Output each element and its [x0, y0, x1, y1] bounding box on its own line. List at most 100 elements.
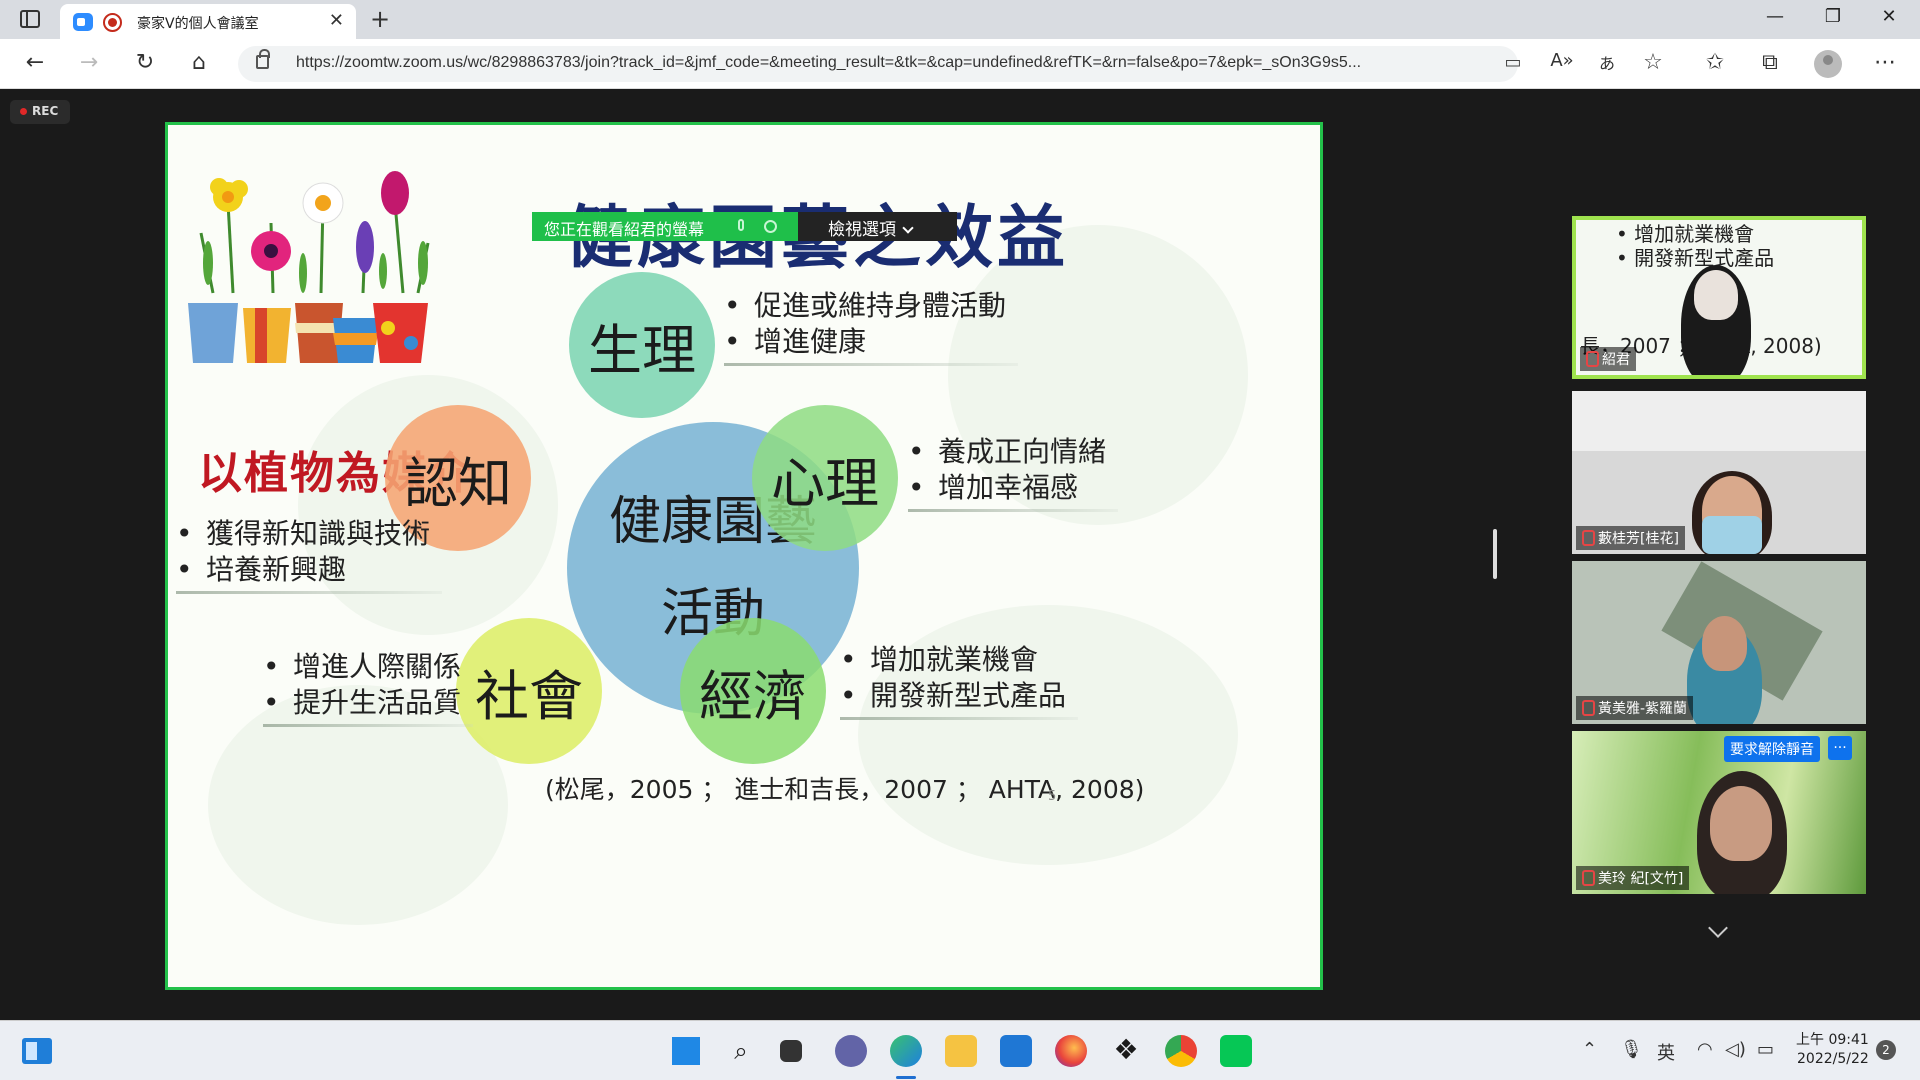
input-language[interactable]: 英: [1657, 1039, 1675, 1065]
mail-icon[interactable]: [1000, 1035, 1032, 1067]
meeting-view: REC 您正在觀看紹君的螢幕 檢視選項 以植物為媒介 健康園藝 活動 生理 心理…: [0, 89, 1920, 1020]
wifi-icon[interactable]: ◠: [1697, 1039, 1713, 1060]
participant-face: [1710, 786, 1772, 861]
list-item: 促進或維持身體活動: [724, 288, 1006, 324]
participant-name: 黃美雅-紫羅蘭: [1576, 696, 1694, 720]
translate-icon[interactable]: あ: [1592, 50, 1622, 74]
split-view-handle[interactable]: [1493, 529, 1497, 579]
social-circle: 社會: [456, 618, 602, 764]
chevron-up-icon[interactable]: ⌃: [1582, 1039, 1597, 1060]
minimize-button[interactable]: —: [1752, 6, 1798, 27]
participant-tile[interactable]: 藪桂芳[桂花]: [1572, 391, 1866, 554]
firefox-icon[interactable]: [1055, 1035, 1087, 1067]
browser-tab-bar: 豪家V的個人會議室 ✕ + — ❐ ✕: [0, 0, 1920, 39]
social-benefits-list: 增進人際關係 提升生活品質: [263, 649, 474, 727]
slide-page-number: 5: [1048, 789, 1057, 804]
list-item: 增進健康: [724, 324, 1006, 360]
more-icon[interactable]: ⋯: [1870, 50, 1900, 75]
close-window-button[interactable]: ✕: [1866, 6, 1912, 27]
participant-name: 藪桂芳[桂花]: [1576, 526, 1685, 550]
view-options-label: 檢視選項: [828, 220, 896, 240]
physical-circle: 生理: [569, 272, 715, 418]
microphone-icon[interactable]: 🎙: [1620, 1039, 1643, 1060]
refresh-icon[interactable]: ↻: [130, 50, 160, 75]
close-tab-button[interactable]: ✕: [329, 10, 344, 31]
participant-tile[interactable]: 要求解除靜音 ... 美玲 紀[文竹]: [1572, 731, 1866, 894]
address-bar[interactable]: https://zoomtw.zoom.us/wc/8298863783/joi…: [238, 46, 1522, 82]
dropbox-icon[interactable]: ❖: [1110, 1035, 1142, 1067]
psychological-circle: 心理: [752, 405, 898, 551]
chevron-down-icon[interactable]: [1708, 918, 1728, 938]
list-item: 增加就業機會: [840, 642, 1066, 678]
cognitive-benefits-list: 獲得新知識與技術 培養新興趣: [176, 516, 443, 594]
system-clock[interactable]: 上午 09:41 2022/5/22: [1796, 1031, 1869, 1069]
participant-face: [1702, 616, 1747, 671]
physical-benefits-list: 促進或維持身體活動 增進健康: [724, 288, 1019, 366]
edge-icon[interactable]: [890, 1035, 922, 1067]
participant-tile[interactable]: 黃美雅-紫羅蘭: [1572, 561, 1866, 724]
participant-name: 紹君: [1580, 347, 1636, 371]
volume-icon[interactable]: ◁): [1725, 1039, 1746, 1060]
taskbar: ⌕ ❖ ⌃ 🎙 英 ◠ ◁) ▭ 上午 09:41 2022/5/22 2: [0, 1020, 1920, 1080]
favorites-icon[interactable]: ✩: [1700, 50, 1730, 75]
new-tab-button[interactable]: +: [370, 5, 390, 33]
camera-icon[interactable]: ▭: [1500, 52, 1526, 73]
list-item: 培養新興趣: [176, 552, 430, 588]
favorite-add-icon[interactable]: ☆: [1638, 50, 1668, 75]
home-icon[interactable]: ⌂: [184, 50, 214, 75]
battery-icon[interactable]: ▭: [1757, 1039, 1774, 1060]
economic-benefits-list: 增加就業機會 開發新型式產品: [840, 642, 1079, 720]
line-icon[interactable]: [1220, 1035, 1252, 1067]
economic-circle: 經濟: [680, 618, 826, 764]
share-status-icon: [764, 220, 777, 233]
viewing-screen-label: 您正在觀看紹君的螢幕: [532, 212, 798, 241]
mic-icon: [738, 219, 744, 231]
widgets-icon[interactable]: [22, 1038, 52, 1064]
tab-title: 豪家V的個人會議室: [137, 16, 259, 32]
share-indicator-bar: 您正在觀看紹君的螢幕 檢視選項: [532, 212, 957, 241]
collections-icon[interactable]: ⧉: [1755, 50, 1785, 75]
notification-badge[interactable]: 2: [1876, 1040, 1896, 1060]
clock-date: 2022/5/22: [1797, 1051, 1869, 1067]
chat-icon[interactable]: [835, 1035, 867, 1067]
participant-tile[interactable]: • 增加就業機會 • 開發新型式產品 長，2007 ；AHTA, 2008) 紹…: [1572, 216, 1866, 379]
forward-icon[interactable]: →: [74, 50, 104, 75]
view-options-button[interactable]: 檢視選項: [798, 212, 957, 241]
room-background: [1572, 391, 1866, 451]
start-icon[interactable]: [670, 1035, 702, 1067]
browser-toolbar: ← → ↻ ⌂ https://zoomtw.zoom.us/wc/829886…: [0, 39, 1920, 89]
task-view-icon[interactable]: [780, 1040, 802, 1062]
request-unmute-button[interactable]: 要求解除靜音: [1724, 736, 1820, 762]
browser-tab[interactable]: 豪家V的個人會議室 ✕: [60, 4, 356, 39]
restore-button[interactable]: ❐: [1810, 6, 1856, 27]
recording-badge[interactable]: REC: [10, 100, 70, 124]
lock-icon[interactable]: [256, 49, 270, 69]
active-app-indicator: [896, 1076, 916, 1079]
participant-face: [1694, 270, 1738, 320]
list-item: 增加幸福感: [908, 470, 1106, 506]
recording-icon: [103, 13, 122, 32]
viewing-screen-text: 您正在觀看紹君的螢幕: [544, 220, 705, 239]
participant-name: 美玲 紀[文竹]: [1576, 866, 1690, 890]
clock-time: 上午 09:41: [1796, 1032, 1869, 1048]
tab-actions-icon[interactable]: [20, 10, 40, 28]
search-icon[interactable]: ⌕: [725, 1035, 757, 1067]
list-item: 開發新型式產品: [840, 678, 1066, 714]
shared-screen: 健康園藝之效益 以植物為媒介 健康園藝活動 生理 心理 經濟 社會 認知 促進或…: [165, 122, 1323, 990]
list-item: 增進人際關係: [263, 649, 461, 685]
chrome-icon[interactable]: [1165, 1035, 1197, 1067]
profile-icon[interactable]: [1814, 50, 1842, 78]
list-item: 養成正向情緒: [908, 434, 1106, 470]
preview-line: • 開發新型式產品: [1616, 246, 1775, 270]
zoom-icon: [73, 13, 93, 31]
file-explorer-icon[interactable]: [945, 1035, 977, 1067]
list-item: 提升生活品質: [263, 685, 461, 721]
face-mask: [1702, 516, 1762, 554]
read-aloud-icon[interactable]: A»: [1547, 50, 1577, 71]
list-item: 獲得新知識與技術: [176, 516, 430, 552]
chevron-down-icon: [902, 222, 914, 234]
psychological-benefits-list: 養成正向情緒 增加幸福感: [908, 434, 1119, 512]
back-icon[interactable]: ←: [20, 50, 50, 75]
more-options-button[interactable]: ...: [1828, 736, 1852, 760]
url-text[interactable]: https://zoomtw.zoom.us/wc/8298863783/joi…: [296, 54, 1436, 72]
